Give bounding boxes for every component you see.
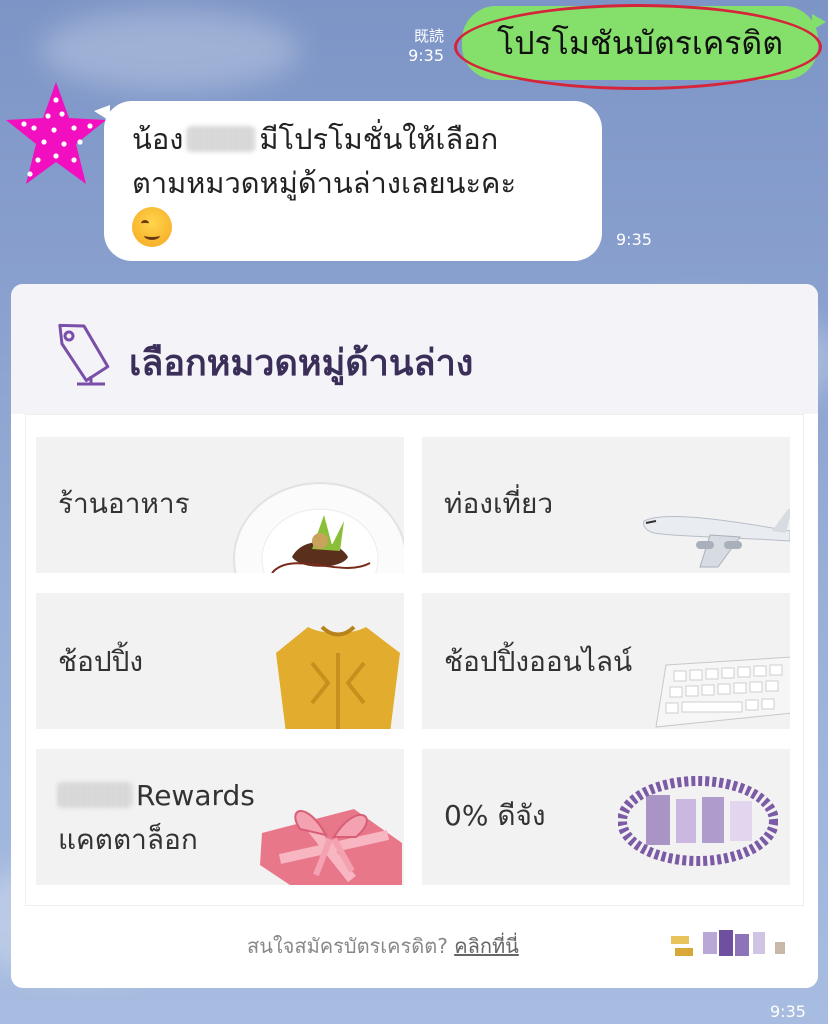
category-online-shopping[interactable]: ช้อปปิ้งออนไลน์ xyxy=(422,593,790,729)
category-label: ช้อปปิ้งออนไลน์ xyxy=(444,645,633,678)
blurred-brand xyxy=(58,782,132,808)
food-plate-icon xyxy=(233,482,404,573)
incoming-message-time: 9:35 xyxy=(616,230,652,249)
blurred-logo-icon xyxy=(618,776,778,866)
card-header: เลือกหมวดหมู่ด้านล่าง xyxy=(11,284,818,414)
category-zero-percent[interactable]: 0% ดีจัง xyxy=(422,749,790,885)
message-read-meta: 既読 9:35 xyxy=(398,26,444,66)
card-message-time: 9:35 xyxy=(770,1002,806,1021)
message-time: 9:35 xyxy=(408,46,444,65)
blurred-brand-icon xyxy=(671,930,785,956)
highlight-ring xyxy=(454,4,822,90)
incoming-message-line2: ตามหมวดหมู่ด้านล่างเลยนะคะ xyxy=(132,166,517,200)
price-tag-icon xyxy=(58,323,110,386)
signup-footer: สนใจสมัครบัตรเครดิต? คลิกที่นี่ xyxy=(247,930,519,962)
winking-face-icon xyxy=(132,207,172,247)
category-shopping[interactable]: ช้อปปิ้ง xyxy=(36,593,404,729)
footer-question: สนใจสมัครบัตรเครดิต? xyxy=(247,934,448,958)
category-label: 0% ดีจัง xyxy=(444,799,546,832)
incoming-message-bubble[interactable]: น้อง มีโปรโมชั่นให้เลือก ตามหมวดหมู่ด้านล… xyxy=(94,101,602,261)
category-label: ร้านอาหาร xyxy=(58,487,190,520)
card-title: เลือกหมวดหมู่ด้านล่าง xyxy=(129,343,474,384)
airplane-icon xyxy=(643,509,790,568)
category-rewards-catalog[interactable]: Rewards แคตตาล็อก xyxy=(36,749,404,885)
category-grid: ร้านอาหาร ท่องเที่ยว ช้อปปิ้ง ช้อปปิ้งออ… xyxy=(25,414,804,906)
gift-box-icon xyxy=(260,809,402,885)
rewards-label: Rewards xyxy=(136,779,255,812)
read-receipt: 既読 xyxy=(413,27,444,45)
category-label: ท่องเที่ยว xyxy=(444,487,554,520)
blurred-name xyxy=(187,126,256,152)
incoming-greeting: น้อง xyxy=(132,122,184,156)
promotion-category-card: เลือกหมวดหมู่ด้านล่าง ร้านอาหาร ท่องเที่… xyxy=(11,284,818,988)
category-restaurant[interactable]: ร้านอาหาร xyxy=(36,437,404,573)
incoming-offer-text: มีโปรโมชั่นให้เลือก xyxy=(259,122,499,156)
incoming-message-line1: น้อง มีโปรโมชั่นให้เลือก xyxy=(132,117,582,161)
avatar[interactable] xyxy=(4,78,108,190)
category-label: ช้อปปิ้ง xyxy=(58,645,144,678)
category-travel[interactable]: ท่องเที่ยว xyxy=(422,437,790,573)
category-label-line2: แคตตาล็อก xyxy=(58,823,198,856)
category-label-line1: Rewards xyxy=(58,775,255,817)
sweater-icon xyxy=(276,625,400,729)
signup-link[interactable]: คลิกที่นี่ xyxy=(454,934,519,958)
keyboard-icon xyxy=(655,656,790,728)
